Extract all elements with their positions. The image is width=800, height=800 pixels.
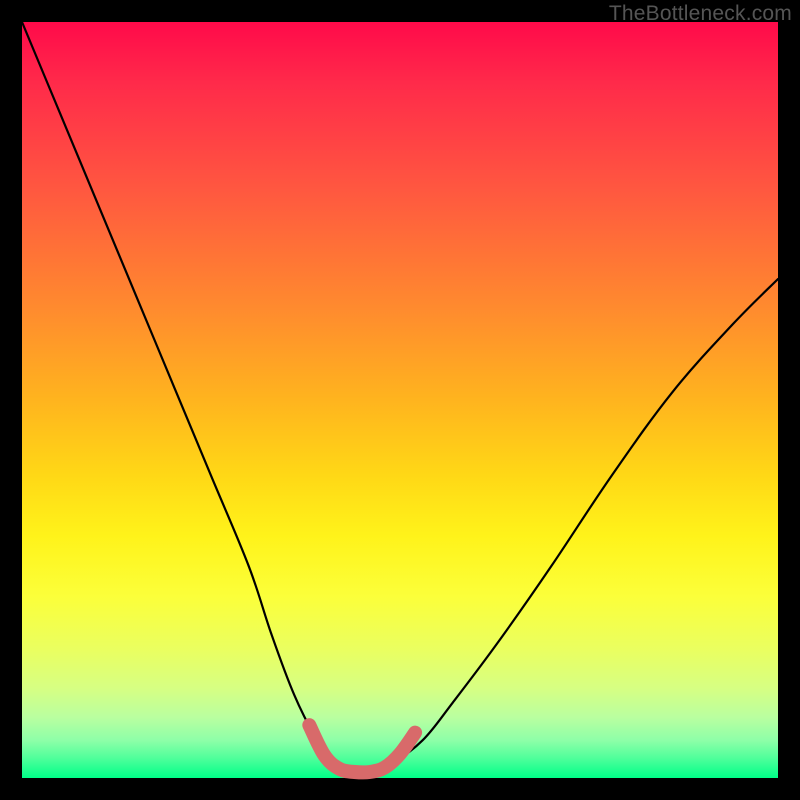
plot-area — [22, 22, 778, 778]
outer-frame: TheBottleneck.com — [0, 0, 800, 800]
watermark-text: TheBottleneck.com — [609, 2, 792, 26]
bottleneck-curve — [22, 22, 778, 771]
bottom-highlight — [309, 725, 415, 772]
chart-svg — [22, 22, 778, 778]
